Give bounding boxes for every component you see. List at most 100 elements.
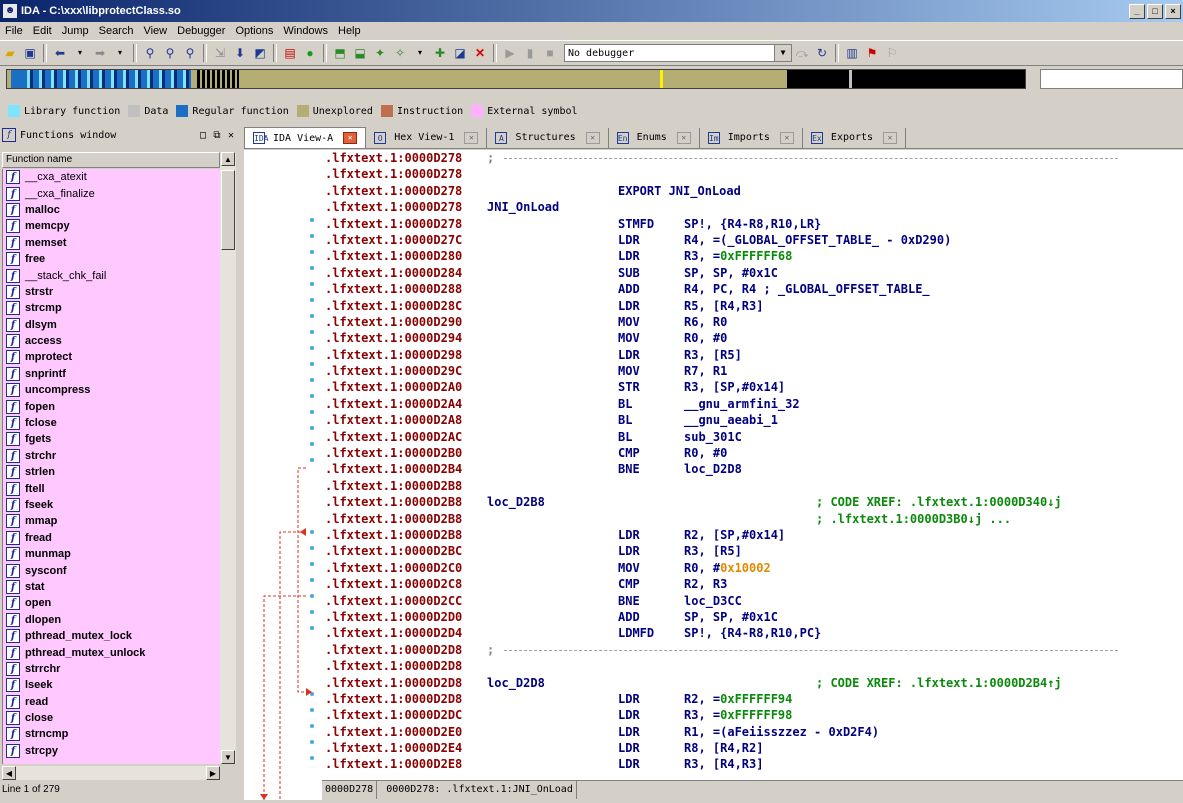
listing-line[interactable]: .lfxtext.1:0000D2A8 BL __gnu_aeabi_1 <box>322 412 1183 428</box>
function-list-item[interactable]: f strcpy <box>3 743 220 759</box>
menu-search[interactable]: Search <box>94 25 139 37</box>
listing-line[interactable]: .lfxtext.1:0000D2E8 LDR R3, [R4,R3] <box>322 756 1183 772</box>
function-list-item[interactable]: f pthread_mutex_lock <box>3 628 220 644</box>
listing-line[interactable]: .lfxtext.1:0000D280 LDR R3, =0xFFFFFF68 <box>322 248 1183 264</box>
listing-line[interactable]: .lfxtext.1:0000D288 ADD R4, PC, R4 ; _GLOB… <box>322 281 1183 297</box>
menu-view[interactable]: View <box>138 25 172 37</box>
function-list-item[interactable]: f fread <box>3 530 220 546</box>
function-list-item[interactable]: f close <box>3 710 220 726</box>
function-list-item[interactable]: f __cxa_finalize <box>3 185 220 201</box>
panel-float-icon[interactable]: ⧉ <box>210 130 224 141</box>
function-list-item[interactable]: f dlsym <box>3 317 220 333</box>
listing-line[interactable]: .lfxtext.1:0000D2B8 ; .lfxtext.1:0000D3B0… <box>322 511 1183 527</box>
panel-restore-icon[interactable]: □ <box>196 130 210 141</box>
dropdown-arrow-icon[interactable]: ▾ <box>112 45 128 61</box>
listing-line[interactable]: .lfxtext.1:0000D2B8 loc_D2B8 ; CODE XREF: … <box>322 494 1183 510</box>
listing-line[interactable]: .lfxtext.1:0000D2C0 MOV R0, #0x10002 <box>322 560 1183 576</box>
function-list-item[interactable]: f uncompress <box>3 382 220 398</box>
listing-line[interactable]: .lfxtext.1:0000D2CC BNE loc_D3CC <box>322 593 1183 609</box>
open-folder-icon[interactable]: ▰ <box>2 45 18 61</box>
tab-enums[interactable]: En Enums ✕ <box>609 127 700 148</box>
listing-line[interactable]: .lfxtext.1:0000D278 JNI_OnLoad <box>322 199 1183 215</box>
dropdown-arrow-icon[interactable]: ▾ <box>412 45 428 61</box>
menu-debugger[interactable]: Debugger <box>172 25 230 37</box>
graph-view-icon[interactable]: ▤ <box>282 45 298 61</box>
function-list-item[interactable]: f strrchr <box>3 661 220 677</box>
jump-icon[interactable]: ⇲ <box>212 45 228 61</box>
function-list-item[interactable]: f fclose <box>3 415 220 431</box>
text-search-icon[interactable]: ⚲ <box>162 45 178 61</box>
listing-line[interactable]: .lfxtext.1:0000D2B8 <box>322 478 1183 494</box>
function-list-item[interactable]: f strcmp <box>3 300 220 316</box>
function-list-item[interactable]: f strchr <box>3 448 220 464</box>
listing-line[interactable]: .lfxtext.1:0000D278; <box>322 150 1183 166</box>
breakpoint-icon[interactable]: ⚑ <box>864 45 880 61</box>
function-list-item[interactable]: f stat <box>3 579 220 595</box>
listing-line[interactable]: .lfxtext.1:0000D2C8 CMP R2, R3 <box>322 576 1183 592</box>
debugger-select[interactable]: No debugger ▼ <box>564 44 792 62</box>
function-list-item[interactable]: f mmap <box>3 513 220 529</box>
run-icon[interactable]: ▶ <box>502 45 518 61</box>
forward-arrow-icon[interactable]: ➡ <box>92 45 108 61</box>
functions-list[interactable]: f __cxa_atexit f __cxa_finalize f malloc f memc… <box>2 169 220 764</box>
listing-line[interactable]: .lfxtext.1:0000D27C LDR R4, =(_GLOBAL_OFFS… <box>322 232 1183 248</box>
listing-line[interactable]: .lfxtext.1:0000D278 STMFD SP!, {R4-R8,R10,… <box>322 216 1183 232</box>
function-list-item[interactable]: f malloc <box>3 202 220 218</box>
tab-ida-view-a[interactable]: IDA IDA View-A ✕ <box>244 127 367 148</box>
listing-line[interactable]: .lfxtext.1:0000D284 SUB SP, SP, #0x1C <box>322 265 1183 281</box>
scrollbar-thumb[interactable] <box>221 170 235 250</box>
listing-line[interactable]: .lfxtext.1:0000D2D8 <box>322 658 1183 674</box>
refresh-icon[interactable]: ↻ <box>814 45 830 61</box>
menu-edit[interactable]: Edit <box>28 25 57 37</box>
disassembly-listing[interactable]: .lfxtext.1:0000D278; .lfxtext.1:0000D278.… <box>322 150 1183 780</box>
function-list-item[interactable]: f memcpy <box>3 218 220 234</box>
function-list-item[interactable]: f access <box>3 333 220 349</box>
functions-horizontal-scrollbar[interactable]: ◀ ▶ <box>2 766 220 780</box>
restore-button[interactable]: □ <box>1147 3 1163 19</box>
function-list-item[interactable]: f __stack_chk_fail <box>3 267 220 283</box>
add-xref-icon[interactable]: ✧ <box>392 45 408 61</box>
listing-line[interactable]: .lfxtext.1:0000D2DC LDR R3, =0xFFFFFF98 <box>322 707 1183 723</box>
function-list-item[interactable]: f fseek <box>3 497 220 513</box>
scroll-up-icon[interactable]: ▲ <box>221 152 235 166</box>
tab-close-icon[interactable]: ✕ <box>464 131 479 144</box>
function-list-item[interactable]: f strlen <box>3 464 220 480</box>
listing-line[interactable]: .lfxtext.1:0000D2D8 LDR R2, =0xFFFFFF94 <box>322 691 1183 707</box>
function-list-item[interactable]: f munmap <box>3 546 220 562</box>
binary-search-icon[interactable]: ⚲ <box>142 45 158 61</box>
tab-close-icon[interactable]: ✕ <box>343 132 358 144</box>
listing-line[interactable]: .lfxtext.1:0000D2D4 LDMFD SP!, {R4-R8,R10,… <box>322 625 1183 641</box>
function-list-item[interactable]: f strstr <box>3 284 220 300</box>
listing-line[interactable]: .lfxtext.1:0000D2D8 loc_D2D8 ; CODE XREF: … <box>322 675 1183 691</box>
function-list-item[interactable]: f snprintf <box>3 366 220 382</box>
function-list-item[interactable]: f sysconf <box>3 562 220 578</box>
green-circle-icon[interactable]: ● <box>302 45 318 61</box>
listing-line[interactable]: .lfxtext.1:0000D298 LDR R3, [R5] <box>322 347 1183 363</box>
panel-close-icon[interactable]: ✕ <box>224 130 238 141</box>
listing-line[interactable]: .lfxtext.1:0000D2BC LDR R3, [R5] <box>322 543 1183 559</box>
function-list-item[interactable]: f free <box>3 251 220 267</box>
listing-line[interactable]: .lfxtext.1:0000D2B8 LDR R2, [SP,#0x14] <box>322 527 1183 543</box>
nav-band-input[interactable] <box>1040 69 1183 89</box>
scroll-down-icon[interactable]: ▼ <box>221 750 235 764</box>
delete-x-icon[interactable]: ✕ <box>472 45 488 61</box>
function-list-item[interactable]: f __cxa_atexit <box>3 169 220 185</box>
add-structure-icon[interactable]: ⬒ <box>332 45 348 61</box>
menu-jump[interactable]: Jump <box>57 25 94 37</box>
segments-icon[interactable]: ▥ <box>844 45 860 61</box>
tab-close-icon[interactable]: ✕ <box>676 131 691 144</box>
functions-vertical-scrollbar[interactable]: ▲ ▼ <box>220 152 236 764</box>
listing-line[interactable]: .lfxtext.1:0000D2A0 STR R3, [SP,#0x14] <box>322 379 1183 395</box>
tab-close-icon[interactable]: ✕ <box>779 131 794 144</box>
scroll-right-icon[interactable]: ▶ <box>206 766 220 780</box>
listing-line[interactable]: .lfxtext.1:0000D2E0 LDR R1, =(aFeiisszzez … <box>322 724 1183 740</box>
back-arrow-icon[interactable]: ⬅ <box>52 45 68 61</box>
tab-close-icon[interactable]: ✕ <box>585 131 600 144</box>
tab-hex-view-1[interactable]: O Hex View-1 ✕ <box>366 127 488 148</box>
scroll-left-icon[interactable]: ◀ <box>2 766 16 780</box>
navigation-band[interactable] <box>6 69 1026 89</box>
save-icon[interactable]: ▣ <box>22 45 38 61</box>
function-list-item[interactable]: f fopen <box>3 398 220 414</box>
menu-file[interactable]: File <box>0 25 28 37</box>
chevron-down-icon[interactable]: ▼ <box>774 45 791 61</box>
